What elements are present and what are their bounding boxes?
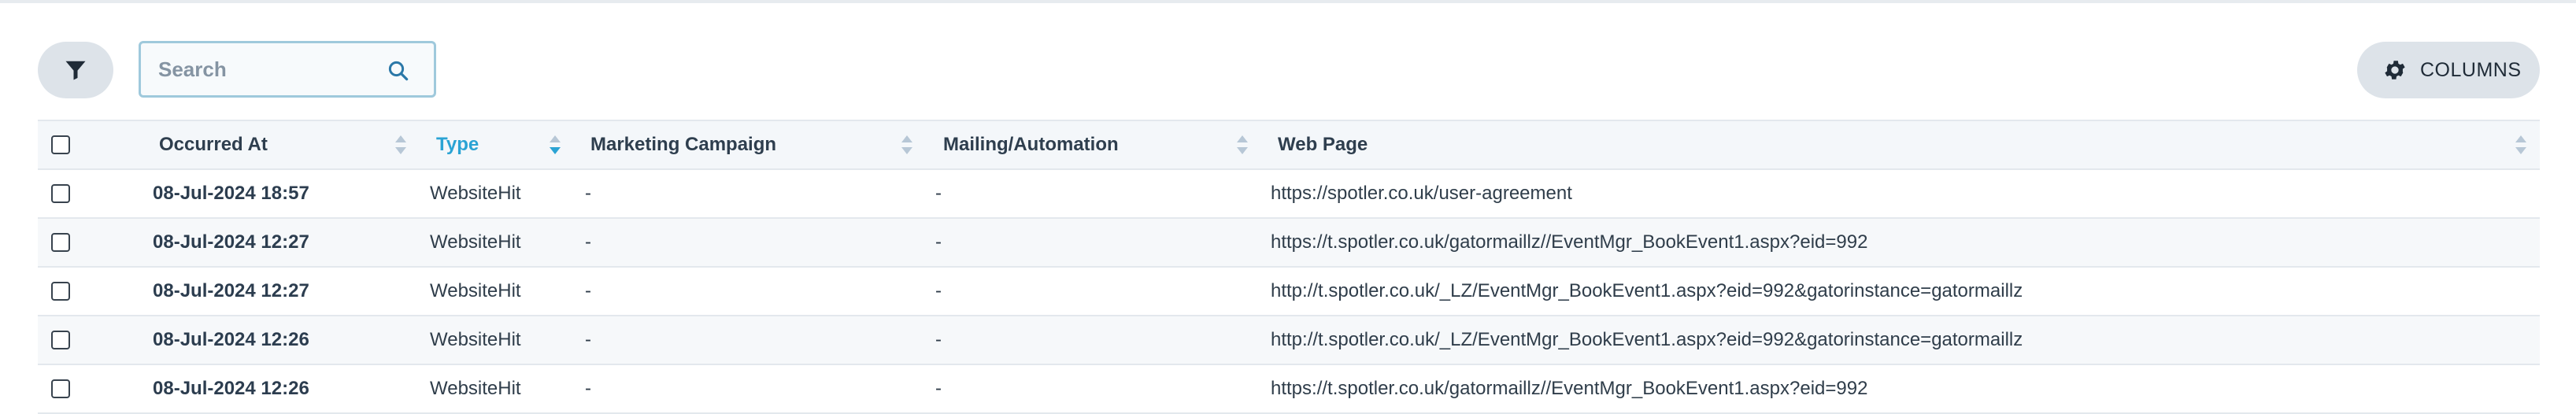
sort-icon[interactable] (900, 134, 914, 156)
type-cell: WebsiteHit (430, 280, 521, 301)
campaign-cell: - (585, 329, 591, 350)
mailing-cell: - (935, 231, 942, 253)
sort-icon[interactable] (1235, 134, 1249, 156)
search-icon[interactable] (387, 59, 410, 87)
row-checkbox[interactable] (51, 282, 70, 301)
table-row[interactable]: 08-Jul-2024 12:26 WebsiteHit - - http://… (38, 316, 2540, 365)
table-row[interactable]: 08-Jul-2024 12:27 WebsiteHit - - http://… (38, 268, 2540, 316)
search-field[interactable] (139, 41, 436, 98)
column-header-mailing-automation[interactable]: Mailing/Automation (943, 121, 1119, 168)
gear-icon (2382, 57, 2408, 83)
row-checkbox[interactable] (51, 379, 70, 398)
sort-icon[interactable] (548, 134, 562, 156)
search-input[interactable] (157, 45, 380, 94)
sort-icon[interactable] (394, 134, 408, 156)
type-cell: WebsiteHit (430, 231, 521, 253)
column-header-occurred-at[interactable]: Occurred At (159, 121, 268, 168)
type-cell: WebsiteHit (430, 183, 521, 204)
campaign-cell: - (585, 378, 591, 399)
web-page-cell: https://spotler.co.uk/user-agreement (1271, 183, 1572, 204)
toolbar: COLUMNS (0, 0, 2576, 118)
campaign-cell: - (585, 280, 591, 301)
table-header-row: Occurred At Type Marketing Campaign Mail… (38, 120, 2540, 170)
filter-icon (64, 58, 87, 82)
row-checkbox[interactable] (51, 331, 70, 349)
columns-button-label: COLUMNS (2420, 58, 2522, 81)
column-header-type[interactable]: Type (436, 121, 479, 168)
campaign-cell: - (585, 183, 591, 204)
occurred-at-cell: 08-Jul-2024 12:27 (153, 280, 309, 301)
column-header-web-page[interactable]: Web Page (1278, 121, 1368, 168)
table-row[interactable]: 08-Jul-2024 12:26 WebsiteHit - - https:/… (38, 365, 2540, 414)
row-checkbox[interactable] (51, 233, 70, 252)
columns-button[interactable]: COLUMNS (2357, 42, 2540, 98)
filter-button[interactable] (38, 42, 113, 98)
mailing-cell: - (935, 329, 942, 350)
web-page-cell: https://t.spotler.co.uk/gatormaillz//Eve… (1271, 378, 1868, 399)
column-header-marketing-campaign[interactable]: Marketing Campaign (590, 121, 776, 168)
web-page-cell: http://t.spotler.co.uk/_LZ/EventMgr_Book… (1271, 280, 2023, 301)
occurred-at-cell: 08-Jul-2024 12:26 (153, 329, 309, 350)
select-all-checkbox[interactable] (51, 135, 70, 154)
mailing-cell: - (935, 183, 942, 204)
occurred-at-cell: 08-Jul-2024 18:57 (153, 183, 309, 204)
events-table: Occurred At Type Marketing Campaign Mail… (38, 120, 2540, 414)
mailing-cell: - (935, 280, 942, 301)
occurred-at-cell: 08-Jul-2024 12:26 (153, 378, 309, 399)
type-cell: WebsiteHit (430, 329, 521, 350)
web-page-cell: http://t.spotler.co.uk/_LZ/EventMgr_Book… (1271, 329, 2023, 350)
web-page-cell: https://t.spotler.co.uk/gatormaillz//Eve… (1271, 231, 1868, 253)
occurred-at-cell: 08-Jul-2024 12:27 (153, 231, 309, 253)
type-cell: WebsiteHit (430, 378, 521, 399)
sort-icon[interactable] (2514, 134, 2528, 156)
table-row[interactable]: 08-Jul-2024 18:57 WebsiteHit - - https:/… (38, 170, 2540, 219)
table-row[interactable]: 08-Jul-2024 12:27 WebsiteHit - - https:/… (38, 219, 2540, 268)
row-checkbox[interactable] (51, 184, 70, 203)
campaign-cell: - (585, 231, 591, 253)
mailing-cell: - (935, 378, 942, 399)
